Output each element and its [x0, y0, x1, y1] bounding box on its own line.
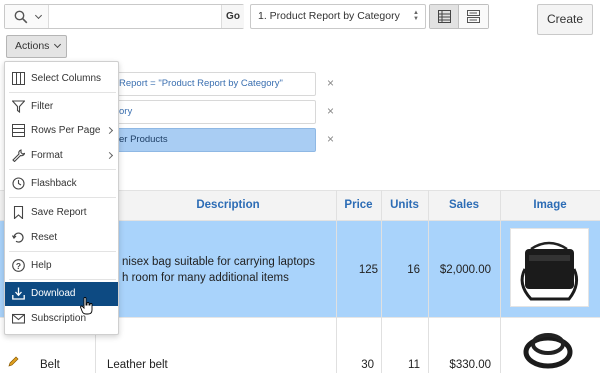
- rows-icon: [12, 124, 25, 137]
- view-toggle-group: [429, 4, 489, 29]
- chevron-down-icon: [53, 40, 62, 49]
- menu-item-label: Format: [31, 150, 63, 161]
- chevron-right-icon: [105, 151, 114, 160]
- row-sales: $330.00: [449, 359, 491, 371]
- menu-divider: [9, 279, 116, 280]
- menu-divider: [9, 251, 116, 252]
- saved-report-select[interactable]: 1. Product Report by Category ▲ ▼: [250, 4, 426, 29]
- mail-icon: [12, 313, 25, 324]
- column-divider: [336, 190, 337, 373]
- menu-item-subscription[interactable]: Subscription: [5, 307, 118, 331]
- menu-item-label: Help: [31, 260, 52, 271]
- row-price: 125: [358, 264, 378, 276]
- create-button[interactable]: Create: [537, 4, 593, 35]
- row-description-line: nisex bag suitable for carrying laptops: [122, 256, 316, 268]
- column-divider: [381, 190, 382, 373]
- row-units: 16: [407, 264, 420, 276]
- menu-item-download[interactable]: Download: [5, 282, 118, 306]
- svg-text:?: ?: [16, 261, 21, 271]
- remove-filter-button[interactable]: ×: [327, 104, 334, 118]
- saved-report-value: 1. Product Report by Category: [258, 10, 400, 22]
- menu-item-label: Rows Per Page: [31, 125, 101, 136]
- go-button[interactable]: Go: [221, 5, 244, 28]
- product-image-belt: [516, 322, 580, 376]
- column-header-price[interactable]: Price: [336, 190, 381, 221]
- menu-divider: [9, 169, 116, 170]
- row-sales: $2,000.00: [439, 264, 491, 276]
- column-header-units[interactable]: Units: [381, 190, 428, 221]
- menu-item-help[interactable]: ? Help: [5, 254, 118, 278]
- menu-item-label: Save Report: [31, 207, 87, 218]
- actions-menu-button[interactable]: Actions: [6, 35, 67, 58]
- menu-item-filter[interactable]: Filter: [5, 95, 118, 119]
- hand-cursor-icon: [80, 297, 94, 318]
- product-image-bag: [510, 228, 589, 307]
- detail-view-button[interactable]: [459, 5, 488, 28]
- search-column-selector[interactable]: [5, 5, 49, 28]
- reset-icon: [12, 232, 24, 243]
- edit-row-icon[interactable]: [8, 355, 20, 370]
- column-header-description[interactable]: Description: [120, 190, 336, 221]
- row-price: 30: [361, 359, 374, 371]
- chevron-down-icon: [34, 11, 43, 20]
- search-icon: [14, 10, 28, 24]
- menu-item-rows-per-page[interactable]: Rows Per Page: [5, 119, 118, 143]
- row-description-line: h room for many additional items: [122, 272, 289, 284]
- row-units: 11: [408, 359, 420, 371]
- menu-item-label: Reset: [31, 232, 58, 243]
- filter-text: ory: [119, 106, 133, 117]
- menu-item-format[interactable]: Format: [5, 144, 118, 168]
- bookmark-icon: [13, 206, 24, 219]
- menu-item-label: Download: [31, 288, 76, 299]
- menu-item-label: Filter: [31, 101, 54, 112]
- search-bar: Go: [4, 4, 244, 29]
- column-divider: [428, 190, 429, 373]
- report-view-button[interactable]: [430, 5, 459, 28]
- columns-icon: [12, 72, 25, 85]
- filter-icon: [12, 100, 25, 113]
- menu-item-select-columns[interactable]: Select Columns: [5, 67, 118, 91]
- menu-divider: [9, 92, 116, 93]
- wrench-icon: [12, 149, 25, 162]
- actions-dropdown-menu: Select Columns Filter Rows Per Page Form…: [4, 61, 119, 335]
- flashback-icon: [12, 177, 25, 190]
- detail-view-icon: [467, 10, 480, 23]
- menu-item-save-report[interactable]: Save Report: [5, 201, 118, 225]
- help-icon: ?: [12, 259, 25, 272]
- remove-filter-button[interactable]: ×: [327, 132, 334, 146]
- actions-label: Actions: [15, 40, 50, 52]
- search-input[interactable]: [49, 5, 221, 28]
- menu-item-label: Flashback: [31, 178, 77, 189]
- download-icon: [12, 287, 25, 300]
- select-arrows-icon: ▲ ▼: [413, 10, 419, 22]
- menu-item-label: Subscription: [31, 313, 87, 324]
- menu-item-reset[interactable]: Reset: [5, 226, 118, 250]
- filter-text: er Products: [119, 134, 168, 145]
- remove-filter-button[interactable]: ×: [327, 76, 334, 90]
- row-description: Leather belt: [107, 359, 168, 371]
- menu-divider: [9, 197, 116, 198]
- column-header-image[interactable]: Image: [500, 190, 600, 221]
- row-product: Belt: [40, 359, 60, 371]
- grid-view-icon: [438, 10, 451, 23]
- column-header-sales[interactable]: Sales: [428, 190, 500, 221]
- filter-text: Report = "Product Report by Category": [119, 78, 283, 89]
- menu-item-label: Select Columns: [31, 73, 102, 84]
- column-divider: [500, 190, 501, 373]
- menu-item-flashback[interactable]: Flashback: [5, 172, 118, 196]
- chevron-right-icon: [105, 126, 114, 135]
